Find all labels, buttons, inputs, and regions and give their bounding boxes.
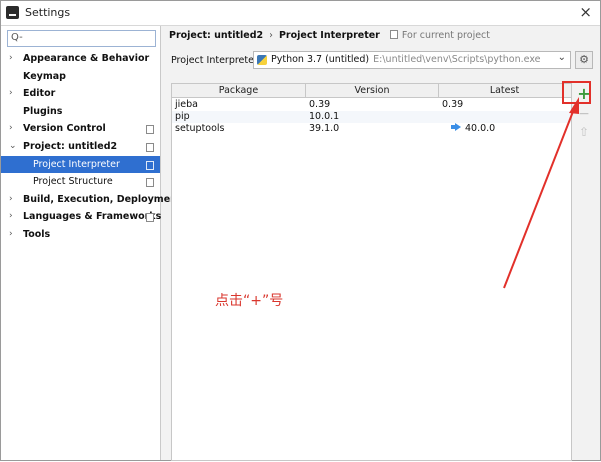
annotation-arrow-head [569,97,579,114]
settings-window: Settings × Q- › Appearance & Behavior Keym… [0,0,601,461]
annotation-arrow-line [503,108,575,289]
annotation-arrow [503,97,579,289]
